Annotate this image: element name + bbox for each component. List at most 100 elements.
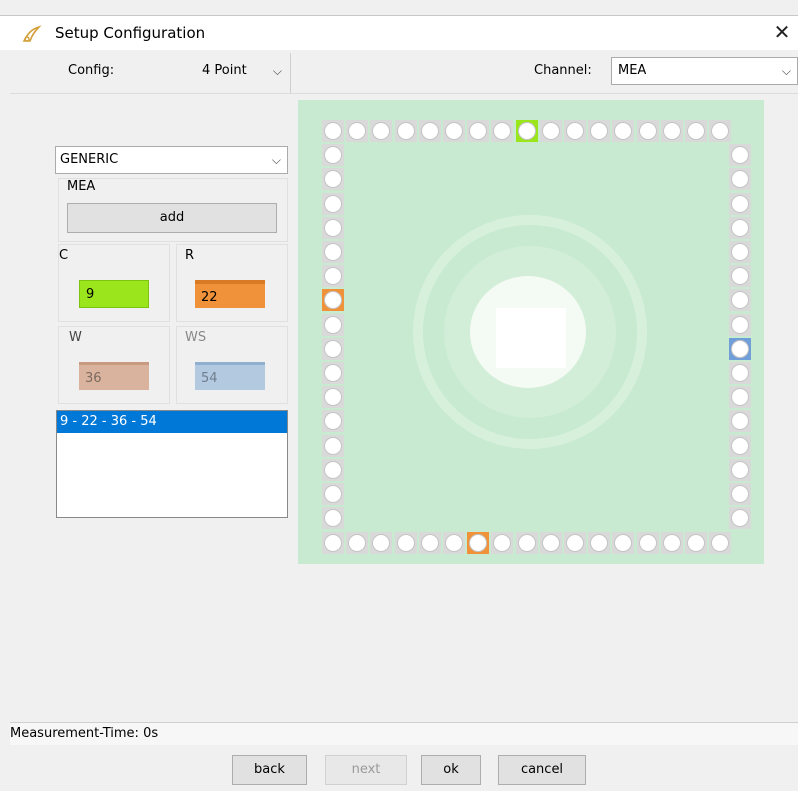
- list-item[interactable]: 9 - 22 - 36 - 54: [57, 411, 287, 433]
- pad-cell[interactable]: [322, 168, 344, 191]
- profile-value: GENERIC: [60, 152, 119, 167]
- pad-cell[interactable]: [564, 532, 586, 554]
- pad-cell[interactable]: [660, 120, 683, 142]
- pad-cell[interactable]: [467, 532, 490, 554]
- pad-cell[interactable]: [322, 507, 344, 530]
- pad-cell[interactable]: [729, 313, 751, 336]
- pad-cell[interactable]: [685, 532, 707, 554]
- back-button[interactable]: back: [232, 755, 307, 785]
- cancel-button[interactable]: cancel: [498, 755, 586, 785]
- pad-cell[interactable]: [729, 337, 751, 360]
- pad-cell[interactable]: [515, 532, 538, 554]
- pad-cell[interactable]: [418, 120, 441, 142]
- pad-cell[interactable]: [394, 120, 417, 142]
- pad-cell[interactable]: [322, 216, 344, 239]
- electrode-pad: [731, 194, 749, 213]
- pad-cell[interactable]: [612, 120, 635, 142]
- close-icon[interactable]: ✕: [770, 20, 794, 44]
- pad-cell[interactable]: [588, 120, 611, 142]
- add-button[interactable]: add: [67, 203, 277, 233]
- pad-cell[interactable]: [539, 120, 562, 142]
- pad-cell[interactable]: [322, 144, 344, 167]
- pad-cell[interactable]: [564, 120, 586, 142]
- pad-cell[interactable]: [588, 532, 611, 554]
- pad-cell[interactable]: [729, 241, 751, 263]
- pad-cell[interactable]: [443, 532, 465, 554]
- pad-cell[interactable]: [709, 532, 732, 554]
- ok-button[interactable]: ok: [421, 755, 481, 785]
- pad-cell[interactable]: [394, 532, 417, 554]
- pad-cell[interactable]: [636, 532, 659, 554]
- combination-list[interactable]: 9 - 22 - 36 - 54: [56, 410, 288, 518]
- pad-cell[interactable]: [370, 532, 393, 554]
- mea-board: [298, 100, 764, 564]
- field-r-value[interactable]: 22: [195, 280, 265, 308]
- pad-cell[interactable]: [443, 120, 465, 142]
- mea-group: MEA add: [58, 178, 288, 242]
- pad-cell[interactable]: [612, 532, 635, 554]
- electrode-pad: [396, 534, 415, 552]
- electrode-pad: [731, 315, 749, 334]
- pad-cell[interactable]: [729, 362, 751, 384]
- pad-cell[interactable]: [322, 362, 344, 384]
- electrode-pad: [324, 267, 342, 286]
- pad-cell[interactable]: [729, 168, 751, 191]
- electrode-pad: [469, 534, 488, 552]
- channel-select[interactable]: MEA ⌵: [611, 57, 798, 85]
- pad-cell[interactable]: [729, 386, 751, 409]
- pad-cell[interactable]: [729, 410, 751, 433]
- pad-cell[interactable]: [729, 458, 751, 481]
- pad-cell[interactable]: [685, 120, 707, 142]
- pad-cell[interactable]: [709, 120, 732, 142]
- pad-cell[interactable]: [346, 120, 369, 142]
- profile-select[interactable]: GENERIC ⌵: [55, 146, 288, 174]
- pad-cell[interactable]: [322, 483, 344, 505]
- field-ws-value[interactable]: 54: [195, 362, 265, 390]
- electrode-pad: [731, 412, 749, 431]
- pad-cell[interactable]: [418, 532, 441, 554]
- field-c-value[interactable]: 9: [79, 280, 149, 308]
- pad-cell[interactable]: [636, 120, 659, 142]
- field-w-value[interactable]: 36: [79, 362, 149, 390]
- pad-cell[interactable]: [322, 265, 344, 288]
- pad-cell[interactable]: [322, 337, 344, 360]
- pad-cell[interactable]: [729, 434, 751, 457]
- pad-cell[interactable]: [515, 120, 538, 142]
- mea-group-title: MEA: [67, 179, 96, 194]
- pad-cell[interactable]: [322, 313, 344, 336]
- pad-cell[interactable]: [729, 216, 751, 239]
- pad-cell[interactable]: [660, 532, 683, 554]
- pad-cell[interactable]: [491, 532, 514, 554]
- pad-cell[interactable]: [729, 483, 751, 505]
- field-ws-label: WS: [185, 330, 207, 345]
- electrode-pad: [493, 122, 512, 140]
- channel-label: Channel:: [534, 63, 592, 78]
- pad-cell[interactable]: [729, 507, 751, 530]
- divider: [290, 53, 291, 93]
- electrode-pad: [731, 267, 749, 286]
- next-button[interactable]: next: [325, 755, 407, 785]
- pad-cell[interactable]: [729, 289, 751, 312]
- pad-cell[interactable]: [322, 386, 344, 409]
- chevron-down-icon: ⌵: [781, 64, 791, 78]
- pad-cell[interactable]: [729, 192, 751, 215]
- pad-cell[interactable]: [729, 265, 751, 288]
- pad-cell[interactable]: [370, 120, 393, 142]
- pad-cell[interactable]: [467, 120, 490, 142]
- pad-cell[interactable]: [322, 434, 344, 457]
- pad-cell[interactable]: [322, 458, 344, 481]
- pad-cell[interactable]: [322, 192, 344, 215]
- config-select[interactable]: 4 Point ⌵: [198, 59, 286, 85]
- pad-cell[interactable]: [322, 532, 344, 554]
- pad-cell[interactable]: [346, 532, 369, 554]
- pad-cell[interactable]: [729, 144, 751, 167]
- pad-cell[interactable]: [491, 120, 514, 142]
- pad-cell[interactable]: [322, 289, 344, 312]
- electrode-pad: [662, 534, 681, 552]
- pad-cell[interactable]: [322, 241, 344, 263]
- electrode-pad: [687, 534, 705, 552]
- pad-cell[interactable]: [322, 120, 344, 142]
- pad-cell[interactable]: [539, 532, 562, 554]
- pad-cell[interactable]: [322, 410, 344, 433]
- electrode-pad: [445, 534, 463, 552]
